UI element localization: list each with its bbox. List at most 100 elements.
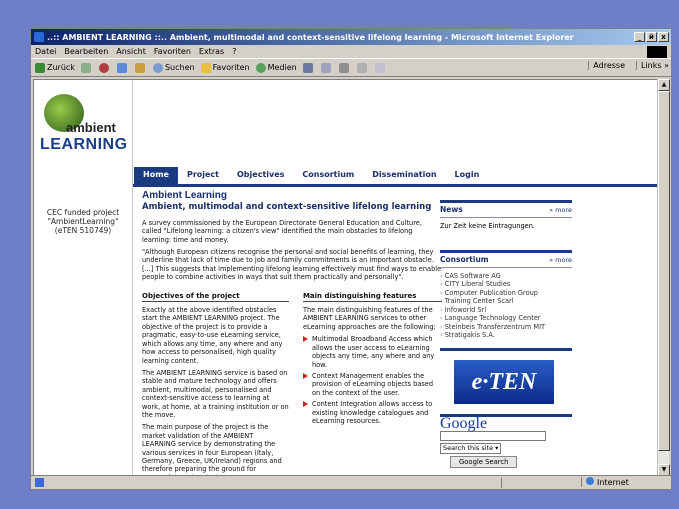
bullet-arrow-icon <box>302 336 308 343</box>
status-bar: Internet <box>31 475 671 489</box>
consortium-item[interactable]: Steinbeis Transferzentrum MIT <box>440 323 572 332</box>
nav-underline <box>133 184 658 187</box>
google-search-button[interactable]: Google Search <box>450 455 518 468</box>
consortium-item[interactable]: Language Technology Center <box>440 314 572 323</box>
media-button[interactable]: Medien <box>255 62 297 73</box>
media-icon <box>255 62 266 73</box>
media-label: Medien <box>267 63 297 72</box>
consortium-item[interactable]: Stratigakis S.A. <box>440 331 572 340</box>
favorites-icon <box>200 62 211 73</box>
mail-icon <box>320 62 331 73</box>
globe-icon <box>586 477 594 485</box>
funding-note: CEC funded project "AmbientLearning" (eT… <box>46 208 120 235</box>
page-title: Ambient Learning <box>142 190 228 201</box>
nav-objectives[interactable]: Objectives <box>228 167 293 184</box>
google-search-input[interactable] <box>440 431 546 441</box>
favorites-button[interactable]: Favoriten <box>200 62 250 73</box>
consortium-item[interactable]: Infoworld Srl <box>440 306 572 315</box>
back-label: Zurück <box>47 63 75 72</box>
nav-home[interactable]: Home <box>134 167 178 184</box>
nav-project[interactable]: Project <box>178 167 228 184</box>
feature-item: Context Management enables the provision… <box>302 371 442 397</box>
vertical-scrollbar[interactable]: ▲ ▼ <box>657 79 670 476</box>
home-icon <box>134 62 145 73</box>
menu-favoriten[interactable]: Favoriten <box>154 47 191 56</box>
close-button[interactable]: x <box>658 32 669 42</box>
status-zone-panel <box>501 478 591 488</box>
stop-button[interactable] <box>98 62 111 73</box>
menu-bearbeiten[interactable]: Bearbeiten <box>64 47 108 56</box>
title-bar: ..:: AMBIENT LEARNING ::.. Ambient, mult… <box>31 29 671 45</box>
search-scope-select[interactable]: Search this site ▾ <box>440 443 502 454</box>
mail-button[interactable] <box>320 62 333 73</box>
print-button[interactable] <box>338 62 351 73</box>
consortium-more-link[interactable]: » more <box>549 256 572 265</box>
stop-icon <box>98 62 109 73</box>
menu-extras[interactable]: Extras <box>199 47 224 56</box>
nav-login[interactable]: Login <box>446 167 489 184</box>
internet-zone: Internet <box>581 477 667 487</box>
feature-text: Content Integration allows access to exi… <box>311 400 433 425</box>
home-button[interactable] <box>134 62 147 73</box>
consortium-box: Consortium » more CAS Software AG CITY Li… <box>440 250 572 340</box>
nav-consortium[interactable]: Consortium <box>293 167 363 184</box>
main-content: Ambient Learning Ambient, multimodal and… <box>142 190 442 475</box>
edit-button[interactable] <box>356 62 369 73</box>
refresh-icon <box>116 62 127 73</box>
maximize-button[interactable]: й <box>646 32 657 42</box>
objectives-paragraph-1: Exactly at the above identified obstacle… <box>142 306 283 365</box>
eten-logo[interactable]: e·TEN <box>454 359 554 404</box>
feature-item: Multimodal Broadband Access which allows… <box>302 335 442 369</box>
forward-button[interactable] <box>80 62 93 73</box>
links-label[interactable]: Links » <box>636 61 669 70</box>
address-label[interactable]: Adresse <box>588 61 625 70</box>
news-heading: News <box>440 205 463 214</box>
feature-text: Multimodal Broadband Access which allows… <box>311 335 435 369</box>
internet-zone-label: Internet <box>597 478 629 487</box>
feature-text: Context Management enables the provision… <box>311 371 434 397</box>
ie-icon <box>34 32 44 42</box>
window-title: ..:: AMBIENT LEARNING ::.. Ambient, mult… <box>47 32 574 42</box>
page-viewport: ambient LEARNING Home Project Objectives… <box>33 79 659 476</box>
intro-paragraph-2: "Although European citizens recognise th… <box>142 248 442 282</box>
logo-text-bottom: LEARNING <box>40 136 128 153</box>
nav-dissemination[interactable]: Dissemination <box>363 167 445 184</box>
menu-datei[interactable]: Datei <box>35 47 56 56</box>
news-box: News » more Zur Zeit keine Eintragungen. <box>440 200 572 230</box>
back-button[interactable]: Zurück <box>35 62 75 73</box>
right-sidebar: News» more Zur Zeit keine Eintragungen. … <box>440 200 572 475</box>
browser-window: ..:: AMBIENT LEARNING ::.. Ambient, mult… <box>30 28 672 490</box>
search-icon <box>152 62 163 73</box>
news-more-link[interactable]: » more <box>549 206 572 215</box>
history-icon <box>302 62 313 73</box>
toolbar: Zurück Suchen Favoriten Medien Adresse L… <box>31 59 671 77</box>
bullet-arrow-icon <box>302 401 308 408</box>
objectives-heading: Objectives of the project <box>142 292 289 303</box>
consortium-item[interactable]: CAS Software AG <box>440 272 572 281</box>
search-button[interactable]: Suchen <box>152 62 195 73</box>
google-search-box: Google Search this site ▾ Google Search <box>440 413 572 468</box>
consortium-item[interactable]: Training Center Scarl <box>440 297 572 306</box>
ambient-learning-logo[interactable]: ambient LEARNING <box>38 92 134 164</box>
consortium-item[interactable]: CITY Liberal Studies <box>440 280 572 289</box>
features-column: Main distinguishing features The main di… <box>302 292 442 475</box>
discuss-button[interactable] <box>374 62 387 73</box>
refresh-button[interactable] <box>116 62 129 73</box>
objectives-column: Objectives of the project Exactly at the… <box>142 292 289 475</box>
menu-ansicht[interactable]: Ansicht <box>116 47 146 56</box>
logo-text-top: ambient <box>66 120 116 135</box>
scroll-thumb[interactable] <box>658 91 670 451</box>
history-button[interactable] <box>302 62 315 73</box>
eten-box: e·TEN <box>440 347 572 404</box>
page-done-icon <box>35 478 44 487</box>
features-intro: The main distinguishing features of the … <box>302 306 436 331</box>
objectives-paragraph-3: The main purpose of the project is the m… <box>142 423 282 475</box>
google-logo: Google <box>440 414 488 432</box>
consortium-item[interactable]: Computer Publication Group <box>440 289 572 298</box>
menu-bar: Datei Bearbeiten Ansicht Favoriten Extra… <box>31 45 671 59</box>
consortium-heading: Consortium <box>440 255 489 264</box>
forward-arrow-icon <box>80 62 91 73</box>
menu-help[interactable]: ? <box>232 47 236 56</box>
minimize-button[interactable]: _ <box>634 32 645 42</box>
scroll-up-icon[interactable]: ▲ <box>658 79 670 91</box>
